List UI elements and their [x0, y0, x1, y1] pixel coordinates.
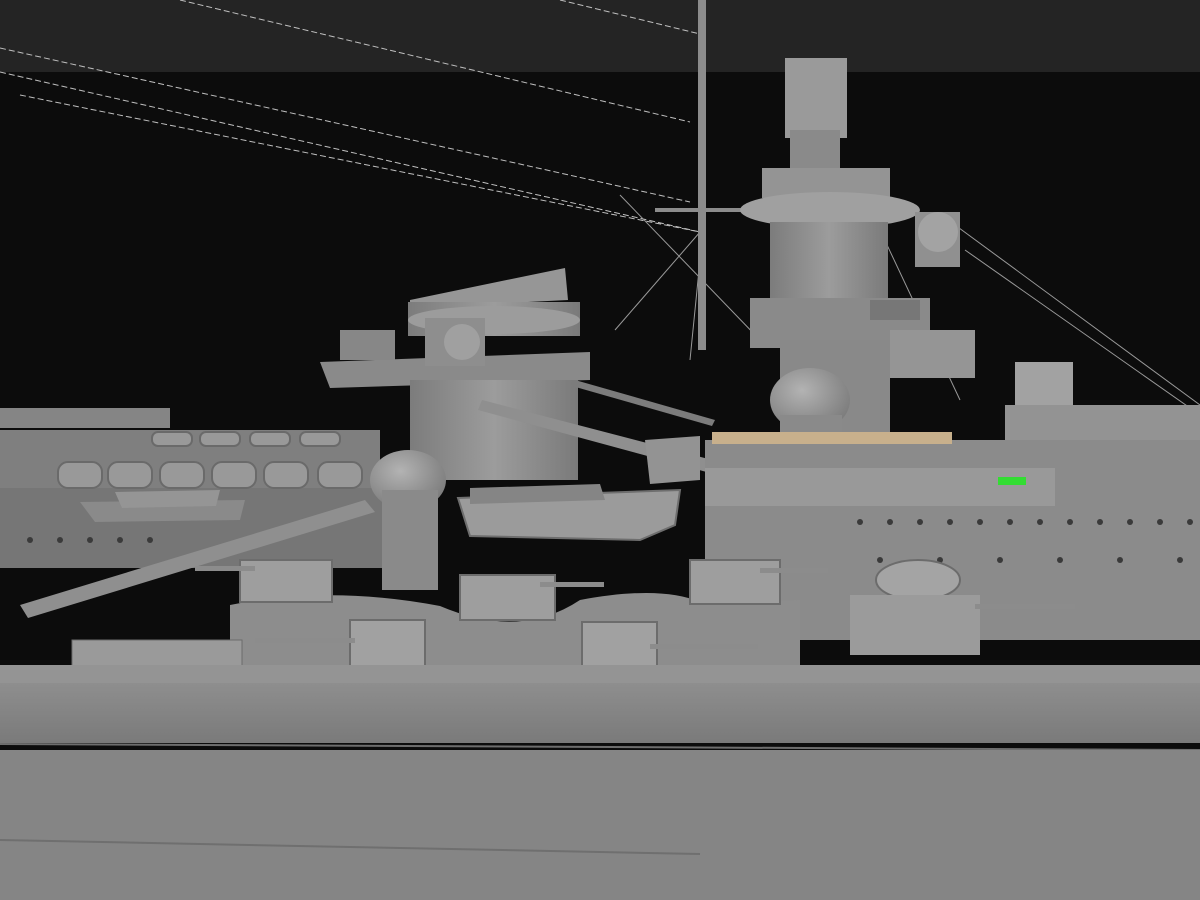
aa-base	[850, 595, 980, 655]
mast-yard	[655, 208, 750, 212]
green-marker	[998, 477, 1026, 485]
main-deck-edge	[0, 665, 1200, 683]
deck-equipment	[71, 639, 243, 667]
battleship-render	[0, 0, 1200, 900]
main-mast	[698, 0, 706, 350]
wood-deck-strip	[712, 432, 952, 444]
aa-gun-mount	[875, 559, 961, 601]
hull-upper	[0, 683, 1200, 743]
sky-band-top	[0, 0, 1200, 72]
hull-lower	[0, 750, 1200, 900]
aa-barrels	[975, 604, 1075, 609]
hangar-structure	[0, 408, 420, 568]
superstructure-band	[705, 468, 1055, 506]
small-boat	[645, 436, 700, 484]
secondary-director	[1015, 362, 1073, 412]
render-viewport	[0, 0, 1200, 900]
